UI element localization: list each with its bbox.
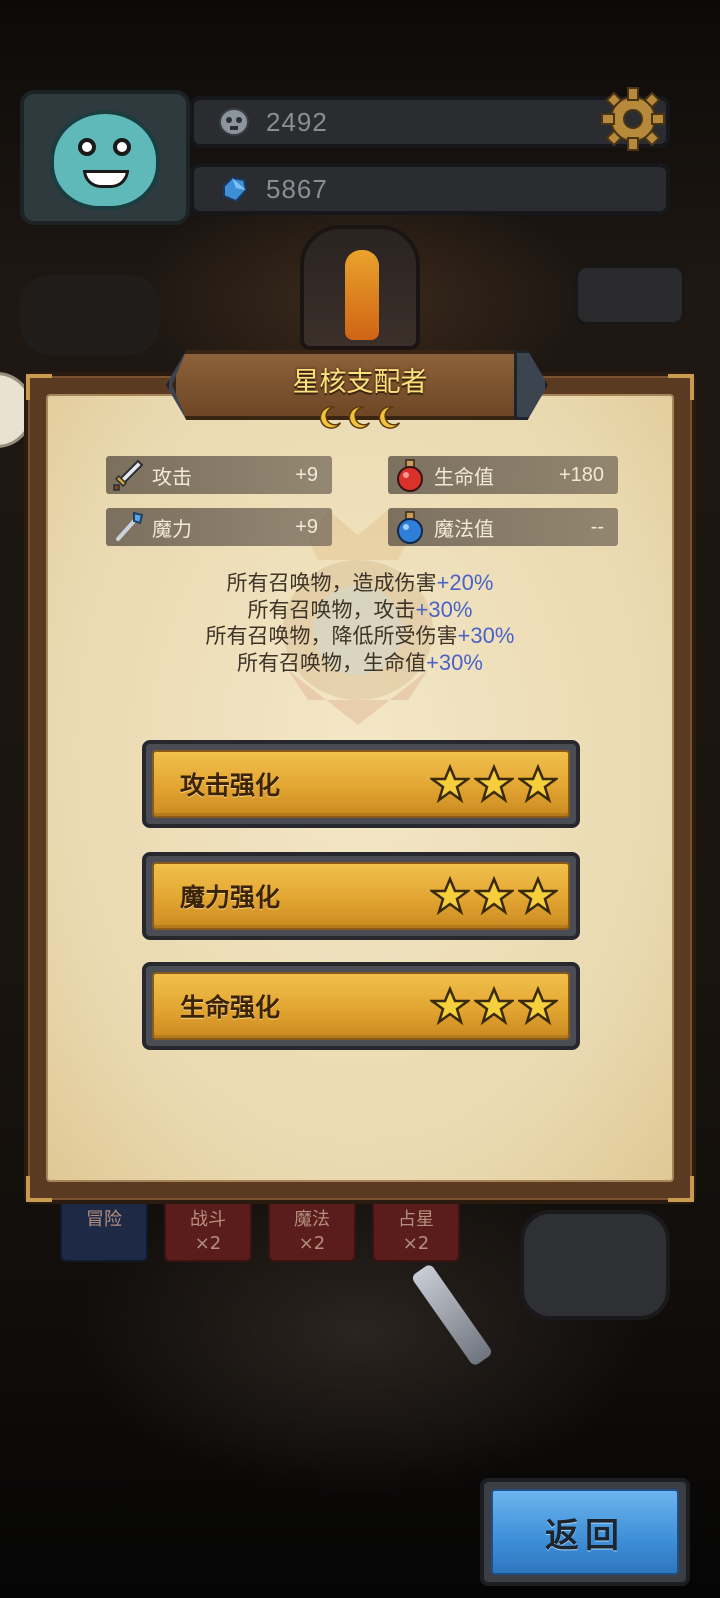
red-potion-icon: [397, 459, 423, 492]
bg-shield: [520, 1210, 670, 1320]
avatar-eye-left: [78, 138, 96, 156]
background-tabs: 冒险 战斗 ×2 魔法 ×2 占星 ×2: [60, 1200, 460, 1262]
crescent-moon-icon: [319, 406, 342, 429]
gem-counter: 5867: [190, 163, 670, 215]
stat-mp: 魔法值 --: [388, 508, 618, 546]
bg-tab-astrology: 占星 ×2: [372, 1200, 460, 1262]
upgrade-stars: [430, 876, 558, 916]
anvil: [575, 265, 685, 325]
molten-metal: [345, 250, 379, 340]
upgrade-stars: [430, 986, 558, 1026]
panel-corner: [26, 1176, 52, 1202]
gem-value: 5867: [266, 173, 328, 204]
panel-title: 星核支配者: [292, 367, 428, 398]
effect-line: 所有召唤物，造成伤害+20%: [226, 570, 494, 595]
back-button-label: 返回: [545, 1515, 625, 1556]
stat-hp-label: 生命值: [434, 464, 494, 489]
crescent-moon-icon: [378, 406, 400, 429]
gold-star-icon: [430, 986, 470, 1026]
stat-hp: 生命值 +180: [388, 456, 618, 494]
upgrade-label: 攻击强化: [180, 771, 281, 800]
skull-coin-icon: [219, 108, 249, 136]
blue-potion-icon: [397, 511, 423, 544]
coal-pile: [20, 275, 160, 355]
bg-tab-magic: 魔法 ×2: [268, 1200, 356, 1262]
upgrade-stars: [430, 764, 558, 804]
gold-star-icon: [518, 764, 558, 804]
stat-magic-value: +9: [295, 515, 318, 538]
avatar-eye-right: [113, 138, 131, 156]
effect-line: 所有召唤物，生命值+30%: [237, 649, 483, 675]
sword-icon: [113, 459, 144, 491]
player-avatar[interactable]: [50, 110, 160, 210]
panel-corner: [26, 374, 52, 400]
gold-star-icon: [518, 876, 558, 916]
gold-star-icon: [430, 764, 470, 804]
panel-corner: [668, 1176, 694, 1202]
upgrade-label: 生命强化: [180, 993, 281, 1022]
effect-line: 所有召唤物，降低所受伤害+30%: [205, 623, 515, 648]
staff-icon: [116, 511, 144, 541]
attack-upgrade-button[interactable]: 攻击强化: [142, 740, 580, 828]
effect-line: 所有召唤物，攻击+30%: [247, 596, 473, 622]
back-button[interactable]: 返回: [480, 1478, 690, 1586]
stat-hp-value: +180: [558, 463, 604, 486]
gold-star-icon: [518, 986, 558, 1026]
attack-upgrade-face[interactable]: 攻击强化: [152, 750, 570, 818]
bg-tab-battle: 战斗 ×2: [164, 1200, 252, 1262]
gold-star-icon: [474, 876, 514, 916]
stat-magic: 魔力 +9: [106, 508, 332, 546]
crescent-moon-icon: [349, 406, 371, 429]
hp-upgrade-face[interactable]: 生命强化: [152, 972, 570, 1040]
set-effects-list: 所有召唤物，造成伤害+20% 所有召唤物，攻击+30% 所有召唤物，降低所受伤害…: [80, 570, 640, 676]
upgrade-label: 魔力强化: [180, 883, 281, 912]
stat-mp-label: 魔法值: [434, 516, 494, 541]
coin-value: 2492: [266, 106, 328, 137]
stat-attack: 攻击 +9: [106, 456, 332, 494]
gold-star-icon: [474, 764, 514, 804]
gold-star-icon: [430, 876, 470, 916]
panel-corner: [668, 374, 694, 400]
bg-tab-adventure: 冒险: [60, 1200, 148, 1262]
gear-icon[interactable]: [600, 86, 666, 152]
magic-upgrade-button[interactable]: 魔力强化: [142, 852, 580, 940]
magic-upgrade-face[interactable]: 魔力强化: [152, 862, 570, 930]
gold-star-icon: [474, 986, 514, 1026]
hp-upgrade-button[interactable]: 生命强化: [142, 962, 580, 1050]
stat-attack-label: 攻击: [152, 464, 192, 489]
blue-gem-icon: [223, 176, 248, 203]
back-button-face[interactable]: 返回: [491, 1489, 679, 1575]
stat-mp-value: --: [590, 515, 604, 538]
coin-counter: 2492: [190, 96, 670, 148]
rank-moons: [318, 404, 402, 430]
stat-magic-label: 魔力: [152, 516, 192, 541]
stat-attack-value: +9: [295, 463, 318, 486]
